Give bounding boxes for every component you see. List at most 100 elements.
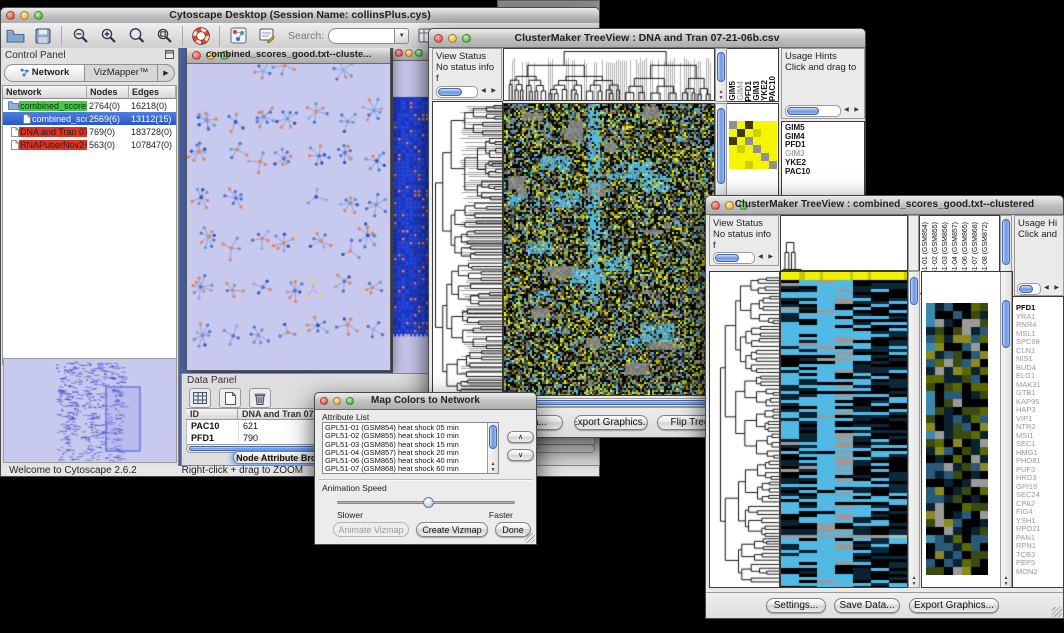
network-table-row[interactable]: combined_sco2569(6)13112(15) xyxy=(3,112,176,125)
network-table-row[interactable]: RNAPuberNov2+563(0)107847(0) xyxy=(3,138,176,151)
save-icon[interactable] xyxy=(31,25,55,47)
usage-hints-scrollbar[interactable]: ◀ ▶ xyxy=(785,105,861,115)
scrollbar-arrows[interactable]: ▲▼ xyxy=(488,461,498,473)
move-up-button[interactable]: ∧ xyxy=(507,431,534,443)
help-ring-icon[interactable] xyxy=(189,25,213,47)
attribute-list-item[interactable]: GPL51-07 (GSM868) heat shock 60 min xyxy=(325,465,496,473)
row-dendrogram[interactable] xyxy=(709,271,780,588)
network-table-row[interactable]: DNA and Tran 07769(0)183728(0) xyxy=(3,125,176,138)
search-dropdown-button[interactable]: ▼ xyxy=(394,28,409,44)
mini-scrollbar-track[interactable] xyxy=(436,86,478,98)
mini-scrollbar-arrows[interactable]: ◀ ▶ xyxy=(758,252,775,262)
zoom-out-icon[interactable] xyxy=(68,25,92,47)
attribute-list-scrollbar[interactable]: ▲▼ xyxy=(487,423,498,473)
close-button[interactable] xyxy=(395,49,403,57)
scrollbar-arrows[interactable]: ▲▼ xyxy=(716,89,726,101)
column-labels-scrollbar[interactable]: ▲▼ xyxy=(715,48,727,102)
mini-scrollbar-arrows[interactable]: ◀ ▶ xyxy=(1044,283,1061,293)
dense-network-canvas[interactable] xyxy=(393,48,430,358)
mini-scrollbar-arrows[interactable]: ◀ ▶ xyxy=(844,105,861,115)
row-label[interactable]: PAC10 xyxy=(785,168,864,177)
open-folder-icon[interactable] xyxy=(3,25,27,47)
mini-scrollbar-track[interactable] xyxy=(713,252,755,264)
row-label[interactable]: MON2 xyxy=(1016,568,1063,577)
birdseye-panel[interactable] xyxy=(3,358,177,463)
treeview2-titlebar[interactable]: ClusterMaker TreeView : combined_scores_… xyxy=(706,196,1063,215)
summary-cell xyxy=(745,161,753,169)
column-dendrogram[interactable] xyxy=(503,48,715,101)
new-attribute-icon[interactable] xyxy=(219,388,241,408)
create-vizmap-label: Create Vizmap xyxy=(422,525,481,535)
settings-button[interactable]: Settings... xyxy=(766,598,826,613)
summary-heatmap[interactable] xyxy=(926,303,988,575)
background-network-window[interactable] xyxy=(392,48,431,374)
background-network-titlebar[interactable] xyxy=(393,48,430,61)
summary-heatmap[interactable] xyxy=(729,121,777,169)
main-titlebar[interactable]: Cytoscape Desktop (Session Name: collins… xyxy=(1,8,599,24)
animation-speed-slider[interactable] xyxy=(337,497,515,509)
zoom-in-icon[interactable] xyxy=(96,25,120,47)
summary-cell xyxy=(769,145,777,153)
zoom-fit-icon[interactable] xyxy=(152,25,176,47)
delete-attribute-icon[interactable] xyxy=(249,388,271,408)
resize-grip[interactable] xyxy=(525,533,535,543)
view-status-scrollbar[interactable]: ◀ ▶ xyxy=(436,86,498,96)
save-data-button[interactable]: Save Data... xyxy=(834,598,900,613)
view-status-scrollbar[interactable]: ◀ ▶ xyxy=(713,252,775,262)
move-down-button[interactable]: ∨ xyxy=(507,449,534,461)
slider-thumb[interactable] xyxy=(423,497,434,508)
tab-more-button[interactable]: ▶ xyxy=(157,65,174,81)
network-canvas[interactable] xyxy=(187,48,390,354)
save-data-label: Save Data... xyxy=(839,600,894,611)
create-vizmap-button[interactable]: Create Vizmap xyxy=(416,522,488,537)
section-divider xyxy=(319,479,532,481)
network-table-row[interactable]: combined_scores2764(0)16218(0) xyxy=(3,99,176,112)
scrollbar-arrows[interactable]: ▲▼ xyxy=(909,575,919,587)
table-mode-icon[interactable] xyxy=(189,388,211,408)
animate-vizmap-button[interactable]: Animate Vizmap xyxy=(333,522,409,537)
network-view-titlebar[interactable]: combined_scores_good.txt--cluste... xyxy=(187,48,390,64)
heatmap-main[interactable] xyxy=(780,271,908,588)
heatmap-main[interactable] xyxy=(503,103,715,396)
zoom-selected-icon[interactable] xyxy=(124,25,148,47)
mini-scrollbar-track[interactable] xyxy=(1017,283,1041,295)
column-label[interactable]: PAC10 xyxy=(769,76,777,101)
scrollbar-thumb[interactable] xyxy=(717,52,725,82)
column-dendrogram[interactable] xyxy=(780,215,908,271)
row-dendrogram[interactable] xyxy=(432,101,503,396)
scrollbar-thumb[interactable] xyxy=(534,400,706,405)
scrollbar-arrows[interactable]: ▲▼ xyxy=(1001,575,1011,587)
summary-vscrollbar[interactable]: ▲▼ xyxy=(1000,272,1012,587)
summary-cell xyxy=(761,137,769,145)
float-panel-icon[interactable] xyxy=(165,46,174,64)
column-strip-arrows[interactable] xyxy=(908,215,919,271)
scrollbar-thumb[interactable] xyxy=(1002,219,1010,265)
scrollbar-thumb[interactable] xyxy=(1002,300,1010,348)
heatmap-vscrollbar[interactable]: ▲▼ xyxy=(908,271,920,588)
export-graphics-button[interactable]: Export Graphics... xyxy=(909,598,999,613)
scrollbar-thumb[interactable] xyxy=(910,277,918,305)
tab-network[interactable]: Network xyxy=(5,65,85,81)
scrollbar-thumb[interactable] xyxy=(717,108,725,184)
column-labels-panel: GIM5GIM4PFD1GIM3YKE2PAC10 xyxy=(727,48,779,102)
vizmapper-icon[interactable] xyxy=(226,25,250,47)
annotation-icon[interactable] xyxy=(254,25,278,47)
scrollbar-thumb[interactable] xyxy=(489,425,497,449)
attribute-listbox[interactable]: GPL51-01 (GSM854) heat shock 05 minGPL51… xyxy=(322,422,499,474)
export-graphics-button[interactable]: Export Graphics... xyxy=(574,415,648,430)
treeview1-titlebar[interactable]: ClusterMaker TreeView : DNA and Tran 07-… xyxy=(429,29,865,48)
row-labels-panel: PFD1YRA1RNR4MSL1SPC98CLN1NIS1BUD4ELG1MAK… xyxy=(1013,296,1064,588)
summary-cell xyxy=(729,121,737,129)
zoom-button[interactable] xyxy=(415,49,423,57)
document-icon xyxy=(3,114,31,124)
mini-scrollbar-arrows[interactable]: ◀ ▶ xyxy=(481,86,498,96)
tab-vizmapper[interactable]: VizMapper™ xyxy=(85,65,157,81)
dialog-titlebar[interactable]: Map Colors to Network xyxy=(315,393,536,410)
birdseye-canvas[interactable] xyxy=(4,359,176,462)
mini-scrollbar-track[interactable] xyxy=(785,105,841,117)
search-input[interactable] xyxy=(328,28,394,44)
search-label: Search: xyxy=(288,30,324,42)
usage-hints-scrollbar[interactable]: ◀ ▶ xyxy=(1017,283,1061,293)
minimize-button[interactable] xyxy=(405,49,413,57)
resize-grip[interactable] xyxy=(1052,607,1062,617)
